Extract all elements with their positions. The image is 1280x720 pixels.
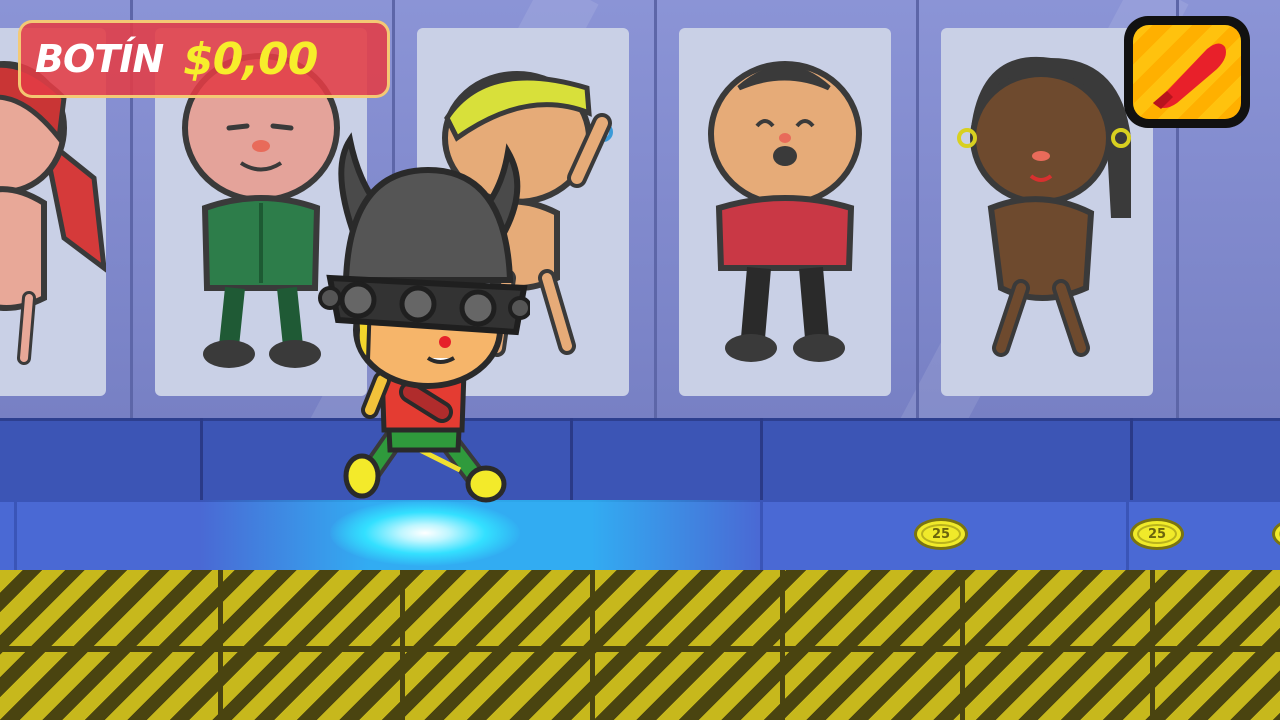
hazard-floor-seam bbox=[1150, 570, 1155, 720]
conveyor-seam bbox=[1130, 418, 1133, 502]
walkway-seam bbox=[760, 500, 763, 572]
coin-face: 25 bbox=[921, 524, 961, 544]
loot-counter: BOTÍN $0,00 bbox=[18, 20, 390, 98]
hazard-floor-seam bbox=[780, 570, 785, 720]
walkway-seam bbox=[14, 500, 17, 572]
knife-action-button-face bbox=[1133, 25, 1241, 119]
hazard-floor-seam bbox=[590, 570, 595, 720]
coin[interactable]: 25 bbox=[1130, 518, 1184, 550]
conveyor-seam bbox=[760, 418, 763, 502]
coin[interactable]: 25 bbox=[914, 518, 968, 550]
conveyor-seam bbox=[570, 418, 573, 502]
hazard-floor-seam bbox=[960, 570, 965, 720]
hazard-floor-seam bbox=[400, 570, 405, 720]
conveyor-wall bbox=[0, 418, 1280, 505]
wall-panel-divider bbox=[916, 0, 919, 418]
hazard-floor-seam bbox=[218, 570, 223, 720]
conveyor-seam bbox=[200, 418, 203, 502]
hazard-floor-divider bbox=[0, 646, 1280, 652]
wall-panel-divider bbox=[654, 0, 657, 418]
poster-dark-haired-character bbox=[941, 28, 1153, 396]
coin-face: 25 bbox=[1137, 524, 1177, 544]
coin-value: 25 bbox=[1147, 526, 1167, 542]
player-character bbox=[310, 130, 532, 514]
hazard-floor bbox=[0, 570, 1280, 720]
game-scene: 25 25 25 bbox=[0, 0, 1280, 720]
poster-red-jacket-character bbox=[679, 28, 891, 396]
loot-value: $0,00 bbox=[183, 33, 318, 85]
knife-action-button[interactable] bbox=[1124, 16, 1250, 128]
player-viking-sprite bbox=[318, 132, 532, 503]
walkway-seam bbox=[1126, 500, 1129, 572]
coin-value: 25 bbox=[931, 526, 951, 542]
knife-icon bbox=[1153, 43, 1226, 109]
loot-label: BOTÍN bbox=[35, 37, 164, 81]
